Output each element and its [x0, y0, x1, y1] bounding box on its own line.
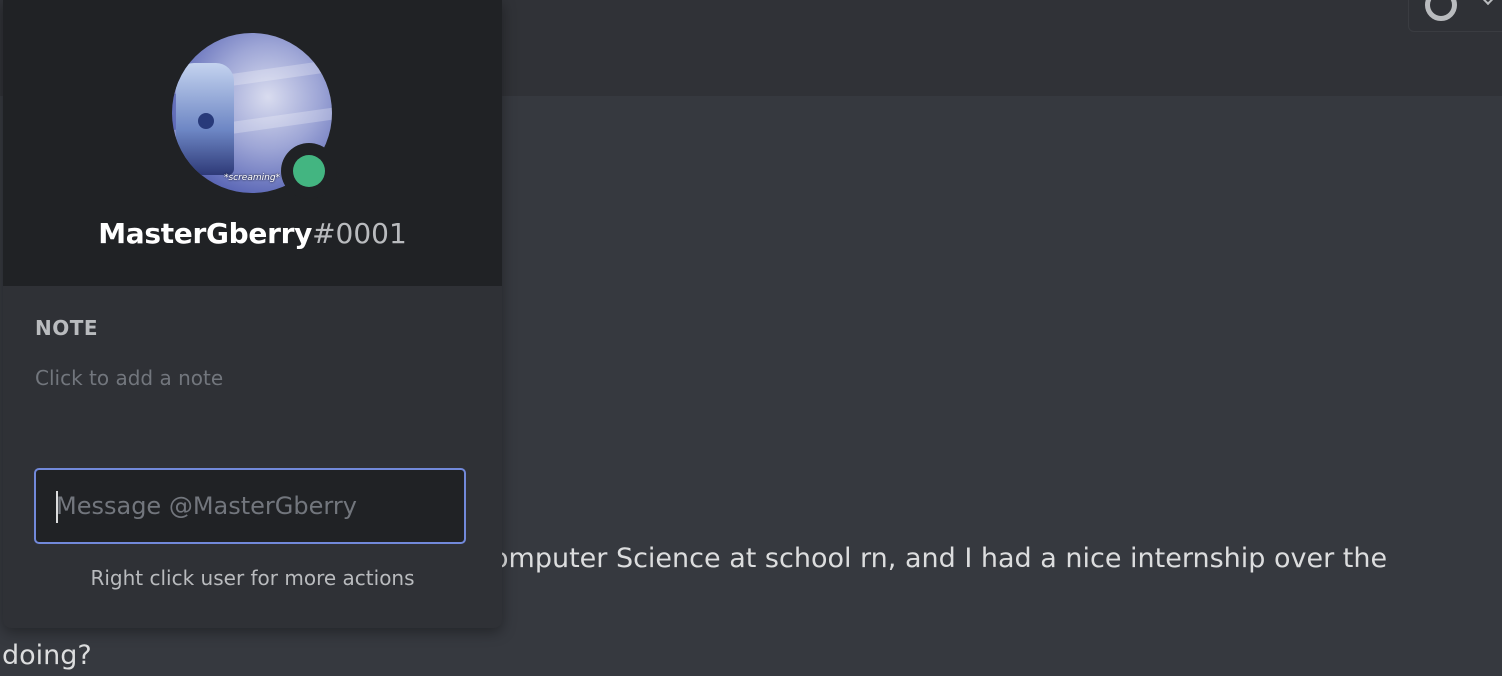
discriminator: #0001 [312, 217, 407, 250]
toolbar-button[interactable] [1408, 0, 1502, 32]
username: MasterGberry [98, 217, 313, 250]
text-caret [56, 491, 58, 523]
robot-figure [176, 63, 234, 175]
robot-eye [198, 113, 214, 129]
note-field[interactable]: Click to add a note [35, 366, 223, 390]
chat-message-text: omputer Science at school rn, and I had … [492, 543, 1388, 574]
chevron-down-icon [1480, 0, 1496, 6]
profile-header: *screaming* MasterGberry#0001 [3, 0, 502, 286]
message-input[interactable] [34, 468, 466, 544]
user-tag: MasterGberry#0001 [3, 214, 502, 254]
actions-hint: Right click user for more actions [90, 566, 415, 590]
chat-message-text: doing? [2, 640, 92, 671]
user-profile-popout: *screaming* MasterGberry#0001 NOTE Click… [3, 0, 502, 628]
online-status-icon [293, 155, 325, 187]
refresh-icon [1425, 0, 1457, 21]
note-heading: NOTE [35, 316, 99, 340]
status-indicator [281, 143, 337, 199]
